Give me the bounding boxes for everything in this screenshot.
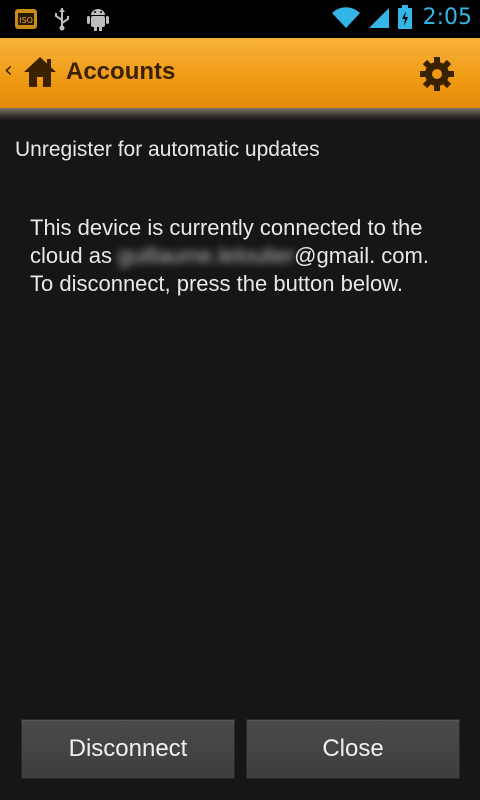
wifi-icon — [331, 7, 360, 28]
action-bar-shadow — [0, 108, 480, 120]
android-debug-icon — [87, 9, 109, 31]
up-chevron-icon[interactable]: ‹ — [4, 58, 13, 83]
system-icons: 2:05 — [331, 4, 472, 30]
home-icon[interactable] — [22, 54, 58, 90]
section-subtitle: Unregister for automatic updates — [15, 138, 320, 161]
battery-charging-icon — [397, 5, 412, 29]
notification-icons: ISO — [14, 6, 110, 32]
close-button[interactable]: Close — [246, 719, 460, 779]
notification-app-icon: ISO — [15, 9, 37, 29]
redacted-email: guillaume.leloulier — [118, 243, 295, 268]
connection-message: This device is currently connected to th… — [30, 214, 455, 298]
status-bar: ISO 2:05 — [0, 0, 480, 38]
clock: 2:05 — [422, 4, 472, 30]
svg-text:ISO: ISO — [19, 16, 33, 25]
signal-icon — [368, 8, 389, 28]
usb-icon — [55, 8, 69, 31]
page-title: Accounts — [66, 58, 176, 85]
disconnect-button[interactable]: Disconnect — [21, 719, 235, 779]
settings-gear-icon[interactable] — [418, 55, 456, 93]
